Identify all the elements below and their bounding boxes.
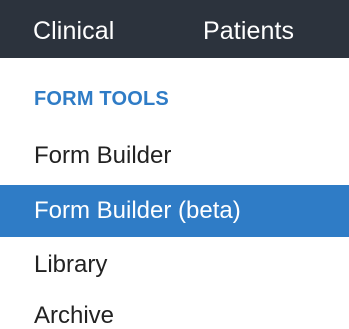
tab-clinical[interactable]: Clinical (33, 0, 114, 58)
sidebar-item-label: Form Builder (34, 142, 172, 169)
sidebar-item-label: Form Builder (beta) (34, 197, 241, 224)
top-nav-bar: Clinical Patients (0, 0, 349, 58)
sidebar-item-archive[interactable]: Archive (0, 290, 349, 329)
sidebar-item-form-builder-beta[interactable]: Form Builder (beta) (0, 185, 349, 237)
sidebar-item-form-builder[interactable]: Form Builder (0, 130, 349, 182)
sidebar-item-library[interactable]: Library (0, 239, 349, 291)
sidebar-item-label: Library (34, 251, 108, 278)
tab-patients[interactable]: Patients (203, 0, 294, 58)
app-frame: Clinical Patients FORM TOOLS Form Builde… (0, 0, 349, 329)
section-heading-form-tools: FORM TOOLS (34, 88, 169, 110)
sidebar-item-label: Archive (34, 302, 115, 329)
